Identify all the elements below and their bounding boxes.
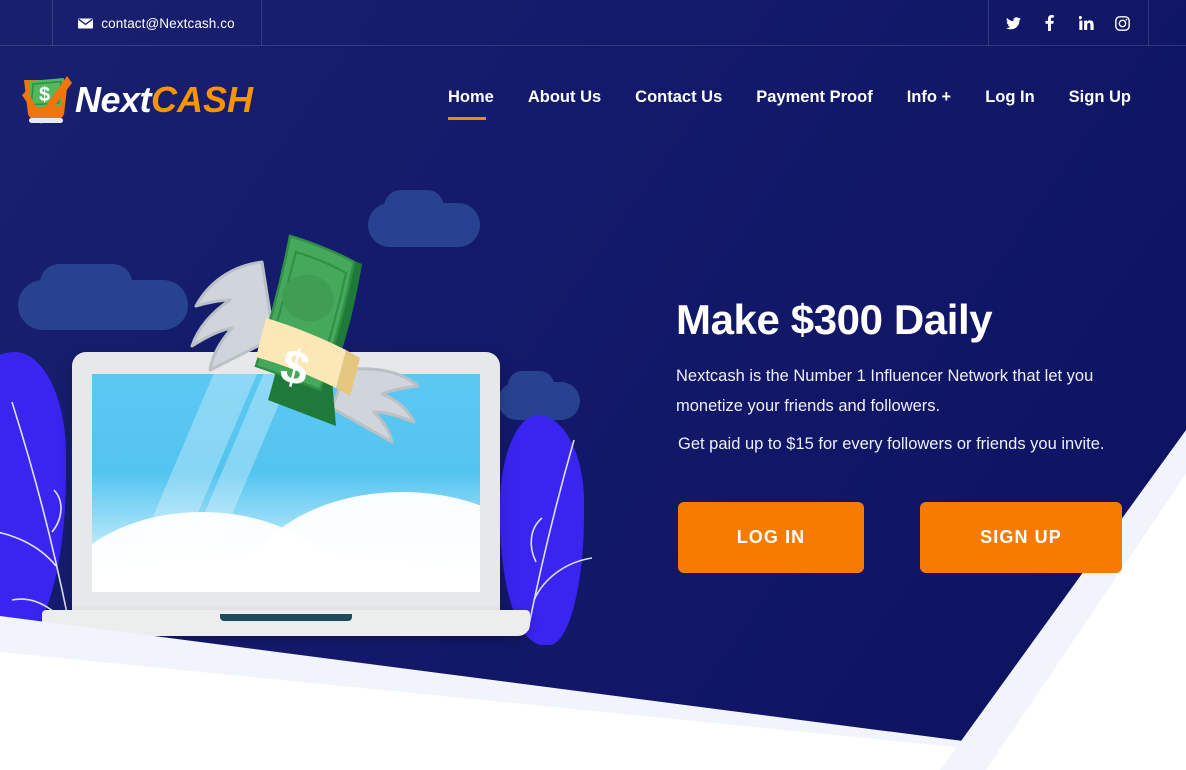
nav-item-sign-up[interactable]: Sign Up [1052,86,1148,108]
hero-title: Make $300 Daily [676,296,993,343]
facebook-icon[interactable] [1039,12,1061,34]
nav-label: Home [448,88,494,106]
brand-name-part1: Next [75,79,152,120]
nav-label: Sign Up [1068,88,1131,106]
topbar-divider [261,0,262,46]
contact-email-link[interactable]: contact@Nextcash.co [52,0,261,46]
hero-content: Make $300 Daily Nextcash is the Number 1… [676,296,1162,459]
active-indicator [448,117,486,120]
main-navbar: $ NextCASH Home About Us Contact Us Paym… [0,46,1186,160]
nav-label: Contact Us [635,88,723,106]
page-root: $ contact@Nextcash.co $ NextCASH Home Ab… [0,0,1186,770]
nav-item-about-us[interactable]: About Us [511,86,618,108]
envelope-icon [78,18,94,29]
nav-label: Log In [985,88,1035,106]
nav-item-home[interactable]: Home [431,86,511,120]
signup-button[interactable]: SIGN UP [920,502,1122,573]
twitter-icon[interactable] [1002,12,1024,34]
nav-item-payment-proof[interactable]: Payment Proof [739,86,889,108]
hero-paragraph-2: Get paid up to $15 for every followers o… [678,435,1105,454]
contact-email-text: contact@Nextcash.co [101,15,235,31]
nav-item-contact-us[interactable]: Contact Us [618,86,739,108]
nav-links: Home About Us Contact Us Payment Proof I… [431,86,1148,120]
brand-wordmark: NextCASH [75,82,253,118]
social-links [988,0,1148,46]
money-check-icon: $ [18,74,76,126]
linkedin-icon[interactable] [1075,12,1097,34]
topbar-divider [1148,0,1149,46]
nav-label: Payment Proof [756,88,873,106]
hero-cta-group: LOG IN SIGN UP [678,502,1122,573]
screen-wave [242,492,480,592]
top-utility-bar: contact@Nextcash.co [0,0,1186,46]
brand-logo[interactable]: $ NextCASH [18,76,253,124]
flying-money-icon: $ [190,234,420,444]
laptop-notch [220,614,352,621]
nav-label: Info + [906,88,952,106]
nav-item-info[interactable]: Info + [890,86,968,108]
brand-name-part2: CASH [151,79,254,120]
login-button[interactable]: LOG IN [678,502,864,573]
hero-paragraph-1: Nextcash is the Number 1 Influencer Netw… [676,367,1094,416]
nav-label: About Us [527,88,602,106]
nav-item-log-in[interactable]: Log In [968,86,1051,108]
instagram-icon[interactable] [1112,12,1134,34]
bottom-right-wedge [940,430,1186,770]
